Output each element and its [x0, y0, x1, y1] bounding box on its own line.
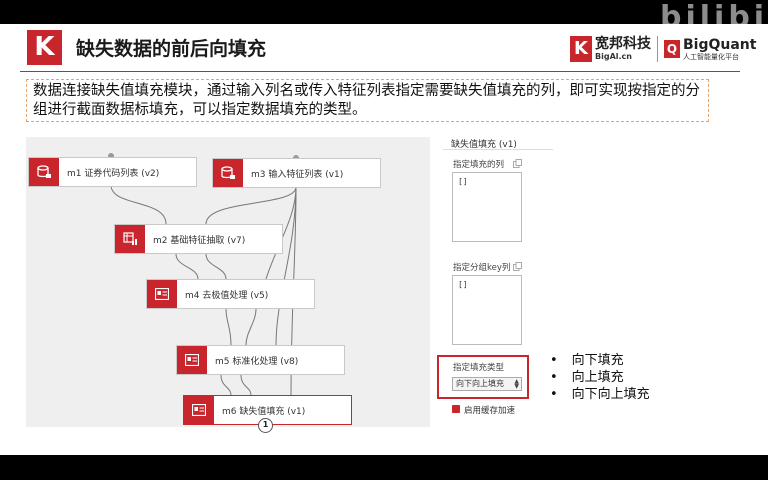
output-port-badge[interactable]: 1 — [258, 418, 273, 433]
table-chart-icon — [115, 225, 145, 253]
node-label: m2 基础特征抽取 (v7) — [153, 235, 246, 246]
cache-label: 启用缓存加速 — [464, 406, 516, 416]
node-m1[interactable]: m1 证券代码列表 (v2) — [28, 157, 197, 187]
slide-logo-icon: K — [27, 30, 62, 65]
id-card-icon — [177, 346, 207, 374]
database-list-icon — [213, 159, 243, 187]
video-watermark: bilibili — [660, 0, 768, 35]
panel-divider — [443, 149, 553, 150]
bigai-logo-icon: K — [570, 36, 592, 62]
group-key-input[interactable]: [] — [452, 275, 522, 345]
node-m4[interactable]: m4 去极值处理 (v5) — [146, 279, 315, 309]
database-list-icon — [29, 158, 59, 186]
slide-title: 缺失数据的前后向填充 — [76, 38, 267, 60]
brand-name-cn: 宽邦科技 — [595, 36, 651, 52]
field-label-group-key: 指定分组key列 — [453, 263, 511, 273]
node-m3[interactable]: m3 输入特征列表 (v1) — [212, 158, 381, 188]
brand2-name-cn: 人工智能量化平台 — [683, 52, 739, 61]
description-text: 数据连接缺失值填充模块，通过输入列名或传入特征列表指定需要缺失值填充的列，即可实… — [33, 83, 700, 118]
cache-checkbox[interactable] — [452, 405, 460, 413]
fill-columns-input[interactable]: [] — [452, 172, 522, 242]
bigquant-logo-icon: Q — [664, 40, 680, 58]
node-m2[interactable]: m2 基础特征抽取 (v7) — [114, 224, 283, 254]
bullet-item: 向下填充 — [550, 352, 650, 369]
node-label: m4 去极值处理 (v5) — [185, 290, 269, 301]
node-label: m6 缺失值填充 (v1) — [222, 406, 306, 417]
brand-separator — [657, 36, 658, 62]
field-label-fill-columns: 指定填充的列 — [453, 160, 505, 170]
slide: K 缺失数据的前后向填充 K 宽邦科技 BigAl.cn Q BigQuant … — [0, 24, 768, 455]
field-label-fill-type: 指定填充类型 — [453, 363, 505, 373]
id-card-icon — [184, 396, 214, 424]
node-label: m5 标准化处理 (v8) — [215, 356, 299, 367]
id-card-icon — [147, 280, 177, 308]
node-label: m3 输入特征列表 (v1) — [251, 169, 344, 180]
node-label: m1 证券代码列表 (v2) — [67, 168, 160, 179]
select-arrows-icon: ▲ ▼ — [514, 378, 519, 390]
fill-type-value: 向下向上填充 — [456, 379, 504, 388]
brand-name-en: BigAl.cn — [595, 52, 632, 61]
brand2-name-en: BigQuant — [683, 36, 757, 53]
copy-icon[interactable] — [513, 262, 522, 271]
brand-logos: K 宽邦科技 BigAl.cn Q BigQuant 人工智能量化平台 — [570, 33, 756, 65]
workflow-canvas[interactable]: m1 证券代码列表 (v2) m3 输入特征列表 (v1) m2 基础特征抽取 … — [26, 137, 430, 433]
bullet-item: 向下向上填充 — [550, 386, 650, 403]
description-box: 数据连接缺失值填充模块，通过输入列名或传入特征列表指定需要缺失值填充的列，即可实… — [26, 79, 709, 122]
node-m5[interactable]: m5 标准化处理 (v8) — [176, 345, 345, 375]
fill-type-bullets: 向下填充 向上填充 向下向上填充 — [550, 352, 650, 403]
fill-type-select[interactable]: 向下向上填充 ▲ ▼ — [452, 377, 522, 391]
bullet-item: 向上填充 — [550, 369, 650, 386]
copy-icon[interactable] — [513, 159, 522, 168]
header-divider — [20, 71, 740, 72]
